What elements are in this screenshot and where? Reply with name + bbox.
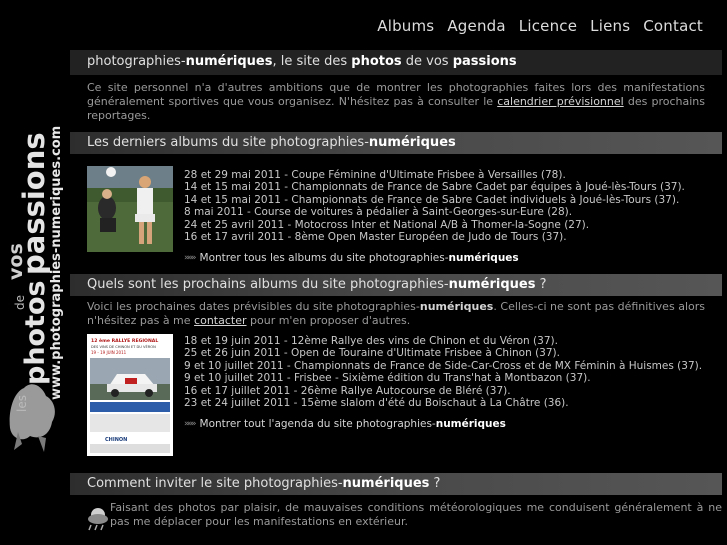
intro-text: Ce site personnel n'a d'autres ambitions… (87, 81, 705, 122)
agenda-block: 12 ème RALLYE REGIONAL DES VINS DE CHINO… (70, 332, 722, 470)
brand-les: les (15, 395, 29, 412)
agenda-list: 18 et 19 juin 2011 - 12ème Rallye des vi… (184, 335, 702, 409)
nav-contact[interactable]: Contact (643, 17, 703, 35)
svg-text:12 ème RALLYE REGIONAL: 12 ème RALLYE REGIONAL (91, 337, 158, 344)
brand-url: www.photographies-numeriques.com (49, 126, 64, 400)
list-item[interactable]: 18 et 19 juin 2011 - 12ème Rallye des vi… (184, 335, 702, 347)
list-item[interactable]: 25 et 26 juin 2011 - Open de Touraine d'… (184, 347, 702, 359)
list-item[interactable]: 16 et 17 juillet 2011 - 26ème Rallye Aut… (184, 385, 702, 397)
nav-albums[interactable]: Albums (377, 17, 434, 35)
contact-link[interactable]: contacter (194, 314, 246, 327)
top-nav: Albums Agenda Licence Liens Contact (377, 17, 703, 35)
invite-block: Faisant des photos par plaisir, de mauva… (70, 495, 722, 535)
list-item[interactable]: 9 et 10 juillet 2011 - Frisbee - Sixième… (184, 372, 702, 384)
logo-graphic: www.photographies-numeriques.com passion… (5, 126, 64, 452)
nav-agenda[interactable]: Agenda (447, 17, 505, 35)
brand-de: de (13, 295, 27, 310)
albums-block: 28 et 29 mai 2011 - Coupe Féminine d'Ult… (70, 154, 722, 269)
main-content: photographies-numériques, le site des ph… (70, 50, 722, 535)
album-thumbnail[interactable] (87, 166, 173, 252)
invite-text: Faisant des photos par plaisir, de mauva… (110, 501, 722, 528)
list-item[interactable]: 14 et 15 mai 2011 - Championnats de Fran… (184, 181, 685, 193)
list-item[interactable]: 16 et 17 avril 2011 - 8ème Open Master E… (184, 231, 685, 243)
agenda-text: Voici les prochaines dates prévisibles d… (87, 300, 705, 327)
agenda-heading: Quels sont les prochains albums du site … (70, 274, 722, 296)
site-logo[interactable]: www.photographies-numeriques.com passion… (0, 40, 66, 545)
intro-heading: photographies-numériques, le site des ph… (70, 50, 722, 75)
svg-text:CHINON: CHINON (105, 437, 127, 443)
arrows-icon: »»» (184, 419, 196, 429)
nav-liens[interactable]: Liens (590, 17, 630, 35)
all-albums-link[interactable]: »»» Montrer tous les albums du site phot… (184, 252, 519, 264)
list-item[interactable]: 23 et 24 juillet 2011 - 15ème slalom d'é… (184, 397, 702, 409)
list-item[interactable]: 28 et 29 mai 2011 - Coupe Féminine d'Ult… (184, 169, 685, 181)
invite-heading: Comment inviter le site photographies-nu… (70, 473, 722, 495)
arrows-icon: »»» (184, 253, 196, 263)
calendar-link[interactable]: calendrier prévisionnel (497, 95, 623, 108)
svg-text:DES VINS DE CHINON ET DU VÉRON: DES VINS DE CHINON ET DU VÉRON (91, 344, 156, 349)
nav-licence[interactable]: Licence (519, 17, 577, 35)
full-agenda-link[interactable]: »»» Montrer tout l'agenda du site photog… (184, 418, 506, 430)
list-item[interactable]: 8 mai 2011 - Course de voitures à pédali… (184, 206, 685, 218)
brand-vos: vos (5, 243, 27, 280)
list-item[interactable]: 24 et 25 avril 2011 - Motocross Inter et… (184, 219, 685, 231)
list-item[interactable]: 14 et 15 mai 2011 - Championnats de Fran… (184, 194, 685, 206)
albums-list: 28 et 29 mai 2011 - Coupe Féminine d'Ult… (184, 169, 685, 243)
svg-text:19 - 19 JUIN 2011: 19 - 19 JUIN 2011 (91, 350, 127, 355)
albums-heading: Les derniers albums du site photographie… (70, 132, 722, 154)
agenda-poster[interactable]: 12 ème RALLYE REGIONAL DES VINS DE CHINO… (87, 334, 173, 456)
list-item[interactable]: 9 et 10 juillet 2011 - Championnats de F… (184, 360, 702, 372)
